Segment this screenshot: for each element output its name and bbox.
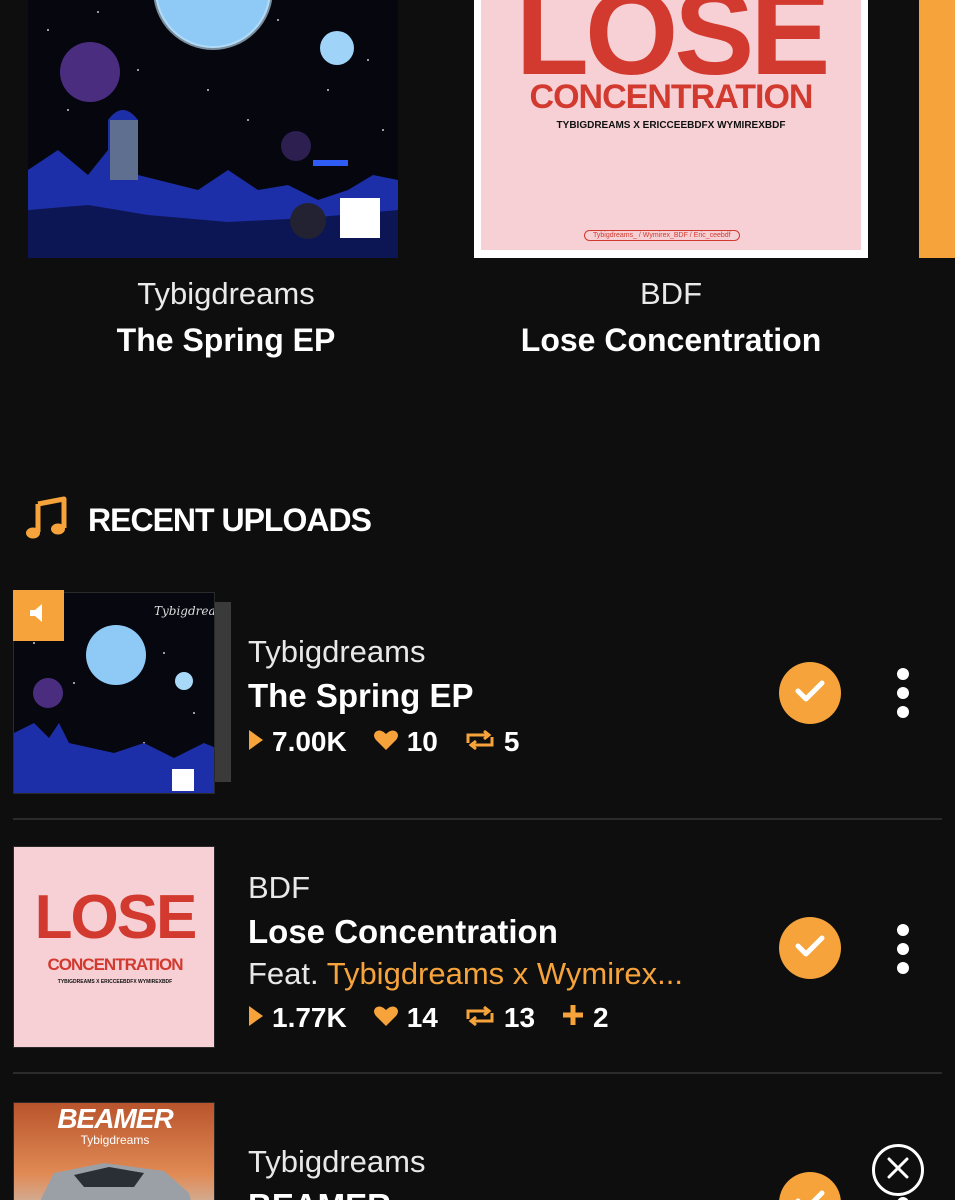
- thumb-title-big: BEAMER: [57, 1103, 173, 1134]
- plays-stat: 7.00K: [248, 726, 347, 758]
- followed-check-button[interactable]: [779, 917, 841, 979]
- plays-stat: 1.77K: [248, 1002, 347, 1034]
- track-stats: 1.77K 14 13 2: [248, 1002, 635, 1034]
- checkmark-icon: [795, 679, 825, 708]
- artwork-title-sub: CONCENTRATION: [529, 78, 814, 116]
- dot-icon: [897, 687, 909, 699]
- checkmark-icon: [795, 1189, 825, 1200]
- featured-artwork[interactable]: LOSE CONCENTRATION TYBIGDREAMS X ERICCEE…: [474, 0, 868, 258]
- dot-icon: [897, 668, 909, 680]
- followed-check-button[interactable]: [779, 662, 841, 724]
- music-note-icon: [24, 496, 68, 545]
- repost-icon: [464, 1002, 504, 1034]
- now-playing-badge[interactable]: [13, 590, 64, 641]
- featured-card-spring-ep[interactable]: Tybigdreams The Spring EP: [0, 0, 452, 380]
- plays-count: 7.00K: [272, 726, 347, 757]
- featured-artwork[interactable]: [28, 0, 398, 258]
- likes-count: 10: [406, 726, 438, 757]
- feat-label: Feat.: [248, 956, 319, 991]
- adds-count: 2: [593, 1002, 609, 1033]
- adds-stat[interactable]: 2: [561, 1002, 609, 1034]
- featured-artist[interactable]: Tybigdreams: [0, 276, 452, 312]
- plus-icon: [561, 1002, 593, 1034]
- followed-check-button[interactable]: [779, 1172, 841, 1200]
- close-icon: [886, 1156, 910, 1185]
- dot-icon: [897, 706, 909, 718]
- featured-card-lose-concentration[interactable]: LOSE CONCENTRATION TYBIGDREAMS X ERICCEE…: [452, 0, 890, 380]
- likes-count: 14: [406, 1002, 438, 1033]
- thumb-title-sub: CONCENTRATION: [47, 955, 184, 974]
- track-artist[interactable]: BDF: [248, 870, 310, 906]
- track-title[interactable]: Lose Concentration: [248, 913, 558, 951]
- thumb-credits: TYBIGDREAMS X ERICCEEBDFX WYMIREXBDF: [57, 979, 173, 985]
- more-options-button[interactable]: [886, 668, 920, 718]
- next-featured-card-peek[interactable]: [919, 0, 955, 258]
- dot-icon: [897, 924, 909, 936]
- featured-title[interactable]: Lose Concentration: [452, 322, 890, 359]
- row-divider: [13, 1072, 942, 1074]
- play-icon: [248, 1002, 272, 1034]
- dot-icon: [897, 962, 909, 974]
- likes-stat[interactable]: 10: [373, 726, 438, 758]
- track-stats: 7.00K 10 5: [248, 726, 545, 758]
- featured-title[interactable]: The Spring EP: [0, 322, 452, 359]
- reposts-count: 5: [503, 726, 520, 757]
- reposts-count: 13: [503, 1002, 536, 1033]
- track-thumbnail[interactable]: LOSE CONCENTRATION TYBIGDREAMS X ERICCEE…: [13, 846, 215, 1048]
- track-title[interactable]: The Spring EP: [248, 677, 474, 715]
- play-icon: [248, 726, 272, 758]
- row-divider: [13, 818, 942, 820]
- reposts-stat[interactable]: 5: [464, 726, 520, 758]
- reposts-stat[interactable]: 13: [464, 1002, 535, 1034]
- section-title: RECENT UPLOADS: [88, 501, 372, 538]
- checkmark-icon: [795, 934, 825, 963]
- plays-count: 1.77K: [272, 1002, 347, 1033]
- recent-uploads-header: RECENT UPLOADS: [24, 496, 372, 545]
- heart-icon: [373, 726, 407, 758]
- likes-stat[interactable]: 14: [373, 1002, 438, 1034]
- artwork-credits: TYBIGDREAMS X ERICCEEBDFX WYMIREXBDF: [556, 120, 786, 131]
- dot-icon: [897, 943, 909, 955]
- artwork-handles: Tybigdreams_ / Wymirex_BDF / Eric_ceebdf: [584, 230, 740, 241]
- close-button[interactable]: [872, 1144, 924, 1196]
- featured-artist[interactable]: BDF: [452, 276, 890, 312]
- feat-artists-link[interactable]: Tybigdreams x Wymirex...: [327, 956, 683, 991]
- track-artist[interactable]: Tybigdreams: [248, 634, 425, 670]
- svg-text:Tybigdreams: Tybigdreams: [154, 604, 215, 618]
- repost-icon: [464, 726, 504, 758]
- speaker-icon: [28, 602, 50, 629]
- upload-row-lose-concentration[interactable]: LOSE CONCENTRATION TYBIGDREAMS X ERICCEE…: [0, 846, 955, 1052]
- more-options-button[interactable]: [886, 924, 920, 974]
- track-thumbnail[interactable]: BEAMER Tybigdreams: [13, 1102, 215, 1200]
- upload-row-spring-ep[interactable]: Tybigdreams Tybigdreams The Spring EP 7.…: [0, 590, 955, 800]
- upload-row-beamer[interactable]: BEAMER Tybigdreams Tybigdreams BEAMER: [0, 1100, 955, 1200]
- track-artist[interactable]: Tybigdreams: [248, 1144, 425, 1180]
- track-featuring: Feat. Tybigdreams x Wymirex...: [248, 956, 683, 992]
- album-stack-edge: [215, 602, 231, 782]
- thumb-title-sub: Tybigdreams: [80, 1133, 150, 1147]
- track-title[interactable]: BEAMER: [248, 1187, 391, 1200]
- thumb-title-big: LOSE: [34, 883, 198, 952]
- heart-icon: [373, 1002, 407, 1034]
